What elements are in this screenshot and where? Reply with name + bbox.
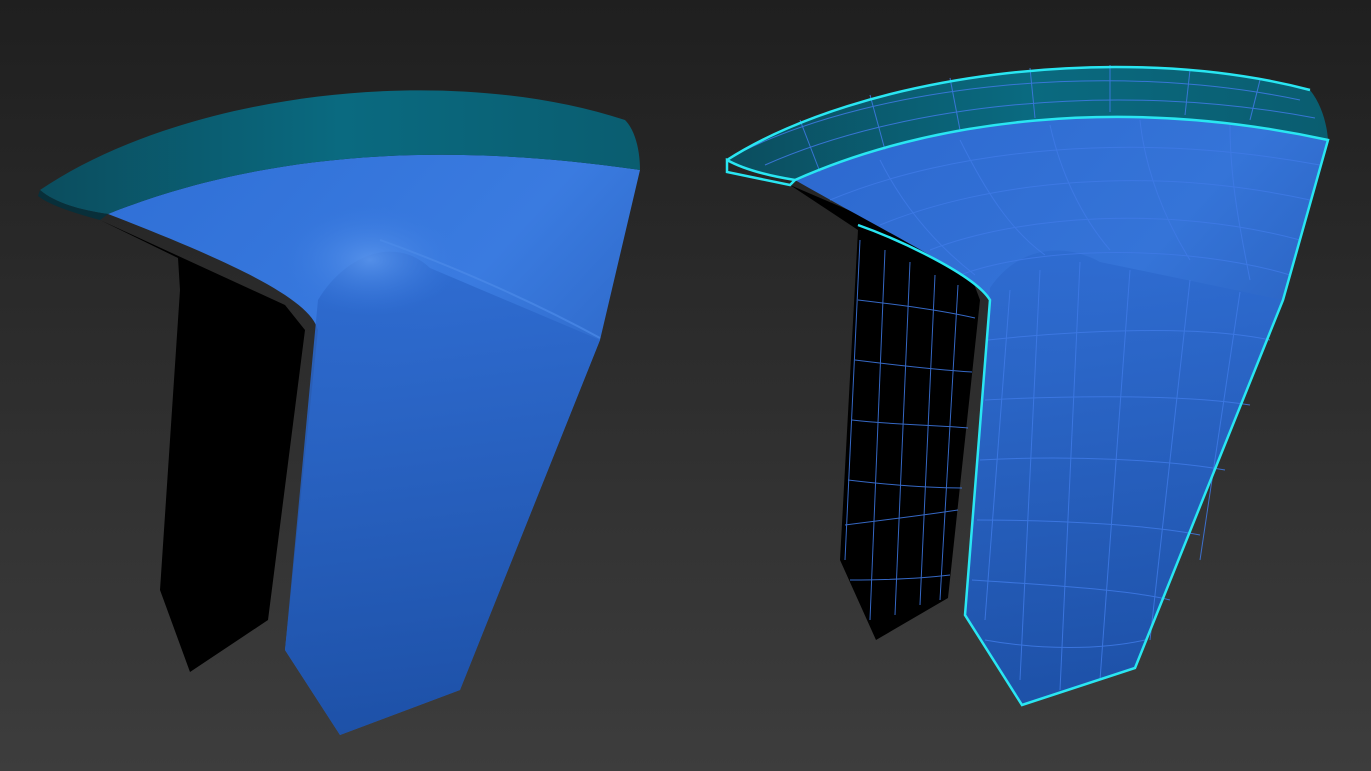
model-wireframe-overlay[interactable] (725, 65, 1330, 707)
front-panel-wire (965, 250, 1283, 706)
3d-viewport[interactable] (0, 0, 1371, 771)
model-smooth-shaded[interactable] (38, 90, 640, 736)
scene-canvas[interactable] (0, 0, 1371, 771)
front-panel (285, 251, 600, 736)
